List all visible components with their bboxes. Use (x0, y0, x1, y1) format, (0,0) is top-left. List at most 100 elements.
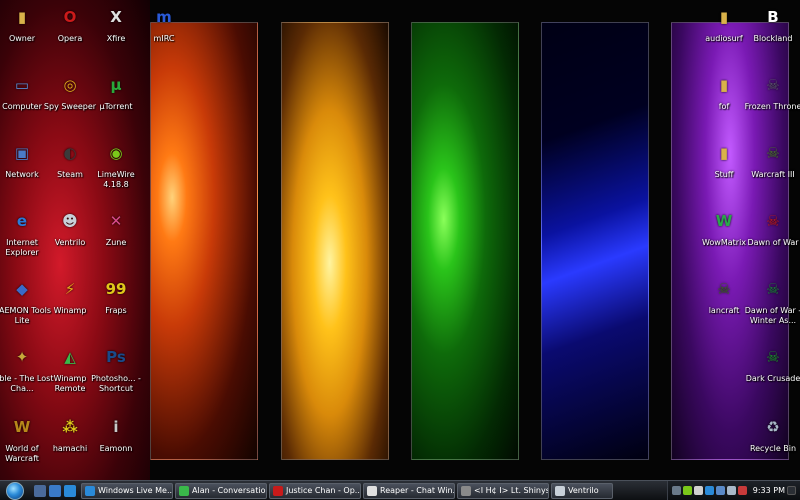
wallpaper-panel-blue (541, 22, 649, 460)
desktop-icon-label: Warcraft III (751, 170, 795, 179)
taskbar-button-label: <I H¢ I> Lt. Shinys... (474, 486, 549, 495)
taskbar-app-icon (273, 485, 283, 496)
desktop-icon-warcraft-iii[interactable]: ☠ Warcraft III (741, 138, 800, 180)
dawn-of-war-icon: ☠ (766, 212, 780, 230)
desktop-icon-limewire-4-18-8[interactable]: ◉ LimeWire 4.18.8 (84, 138, 148, 190)
fof-icon: ▮ (719, 76, 729, 94)
desktop-icon-label: Zune (105, 238, 127, 247)
network-icon: ▣ (14, 144, 30, 162)
tray-arrow-icon[interactable] (671, 486, 681, 495)
taskbar-button-label: Justice Chan - Op... (286, 486, 361, 495)
tray-security-icon[interactable] (737, 486, 747, 495)
desktop-icon-dawn-of-war-winter-as[interactable]: ☠ Dawn of War - Winter As... (741, 274, 800, 326)
desktop-icon-dark-crusade[interactable]: ☠ Dark Crusade (741, 342, 800, 384)
taskbar-app-icon (179, 485, 189, 496)
quick-launch (30, 481, 80, 500)
lancraft-icon: ☠ (717, 280, 731, 298)
desktop-icon-label: Blockland (753, 34, 793, 43)
dawn-of-war-winter-as-icon: ☠ (766, 280, 780, 298)
hamachi-icon: ⁂ (62, 418, 78, 436)
taskbar-button-justice-chan-op[interactable]: Justice Chan - Op... (269, 482, 361, 499)
system-tray: 9:33 PM (666, 480, 800, 500)
taskbar-app-icon (461, 485, 471, 496)
winamp-remote-icon: ◭ (64, 348, 76, 366)
frozen-throne-icon: ☠ (766, 76, 780, 94)
fraps-icon: 99 (105, 280, 127, 298)
owner-icon: ▮ (17, 8, 27, 26)
desktop-icon-zune[interactable]: ✕ Zune (84, 206, 148, 248)
desktop-icon-label: Dark Crusade (745, 374, 800, 383)
mirc-icon: m (156, 8, 172, 26)
taskbar-button-windows-live-me[interactable]: Windows Live Me... (81, 482, 173, 499)
desktop-icon-label: Dawn of War - Winter As... (744, 306, 800, 325)
desktop-icon-frozen-throne[interactable]: ☠ Frozen Throne (741, 70, 800, 112)
steam-icon: ◐ (63, 144, 77, 162)
desktop-icon-recycle-bin[interactable]: ♻ Recycle Bin (741, 412, 800, 454)
stuff-icon: ▮ (719, 144, 729, 162)
eamonn-icon: i (113, 418, 119, 436)
dark-crusade-icon: ☠ (766, 348, 780, 366)
taskbar: Windows Live Me... Alan - Conversation Jus… (0, 480, 800, 500)
desktop-icon-label: Recycle Bin (749, 444, 797, 453)
audiosurf-icon: ▮ (719, 8, 729, 26)
internet-explorer-icon: e (16, 212, 28, 230)
wallpaper-panel-green (411, 22, 519, 460)
switch-windows-icon[interactable] (49, 484, 61, 497)
winamp-icon: ⚡ (64, 280, 76, 298)
taskbar-button-alan-conversation[interactable]: Alan - Conversation (175, 482, 267, 499)
desktop-icon-eamonn[interactable]: i Eamonn (84, 412, 148, 454)
zune-icon: ✕ (109, 212, 123, 230)
warcraft-iii-icon: ☠ (766, 144, 780, 162)
tray-messenger-icon[interactable] (704, 486, 714, 495)
desktop-icon-label: LimeWire 4.18.8 (97, 170, 135, 189)
world-of-warcraft-icon: W (13, 418, 31, 436)
limewire-4-18-8-icon: ◉ (109, 144, 123, 162)
taskbar-button-reaper-chat-win[interactable]: Reaper - Chat Win... (363, 482, 455, 499)
taskbar-button-label: Windows Live Me... (98, 486, 173, 495)
desktop-icon-label: Fraps (105, 306, 127, 315)
taskbar-app-icon (367, 485, 377, 496)
daemon-tools-lite-icon: ◆ (16, 280, 28, 298)
recycle-bin-icon: ♻ (766, 418, 780, 436)
wowmatrix-icon: W (715, 212, 733, 230)
desktop-icon-fraps[interactable]: 99 Fraps (84, 274, 148, 316)
desktop-icon-label: Photosho... - Shortcut (91, 374, 141, 393)
internet-explorer-icon[interactable] (64, 484, 76, 497)
blockland-icon: B (767, 8, 779, 26)
desktop-icon-label: Frozen Throne (744, 102, 800, 111)
desktop-icon-label: Dawn of War (747, 238, 799, 247)
tray-network-icon[interactable] (715, 486, 725, 495)
taskbar-button-ventrilo[interactable]: Ventrilo (551, 482, 613, 499)
taskbar-app-icon (85, 485, 95, 496)
fable-the-lost-cha-icon: ✦ (15, 348, 29, 366)
desktop-icon-blockland[interactable]: B Blockland (741, 2, 800, 44)
photosho-shortcut-icon: Ps (106, 348, 126, 366)
show-desktop-icon[interactable] (34, 484, 46, 497)
desktop-icon-label: mIRC (153, 34, 175, 43)
windows-logo-icon (6, 481, 24, 500)
taskbar-app-icon (555, 485, 565, 496)
computer-icon: ▭ (14, 76, 30, 94)
opera-icon: O (63, 8, 77, 26)
desktop-icon-label: Eamonn (99, 444, 133, 453)
ventrilo-icon: ☻ (62, 212, 78, 230)
desktop-icon-dawn-of-war[interactable]: ☠ Dawn of War (741, 206, 800, 248)
taskbar-button-i-h-i-lt-shinys[interactable]: <I H¢ I> Lt. Shinys... (457, 482, 549, 499)
torrent-icon: µ (110, 76, 122, 94)
tray-limewire-icon[interactable] (682, 486, 692, 495)
desktop-icon-mirc[interactable]: m mIRC (132, 2, 196, 44)
show-desktop-button[interactable] (787, 486, 796, 495)
desktop-icon-photosho-shortcut[interactable]: Ps Photosho... - Shortcut (84, 342, 148, 394)
xfire-icon: X (110, 8, 122, 26)
start-button[interactable] (0, 481, 30, 500)
tray-xfire-icon[interactable] (693, 486, 703, 495)
taskbar-button-label: Reaper - Chat Win... (380, 486, 455, 495)
wallpaper-panel-orange (281, 22, 389, 460)
desktop-icon-torrent[interactable]: µ µTorrent (84, 70, 148, 112)
taskbar-button-label: Alan - Conversation (192, 486, 267, 495)
tray-volume-icon[interactable] (726, 486, 736, 495)
desktop-icon-label: µTorrent (99, 102, 133, 111)
spy-sweeper-icon: ◎ (63, 76, 77, 94)
taskbar-button-label: Ventrilo (568, 486, 599, 495)
taskbar-clock[interactable]: 9:33 PM (753, 486, 785, 495)
